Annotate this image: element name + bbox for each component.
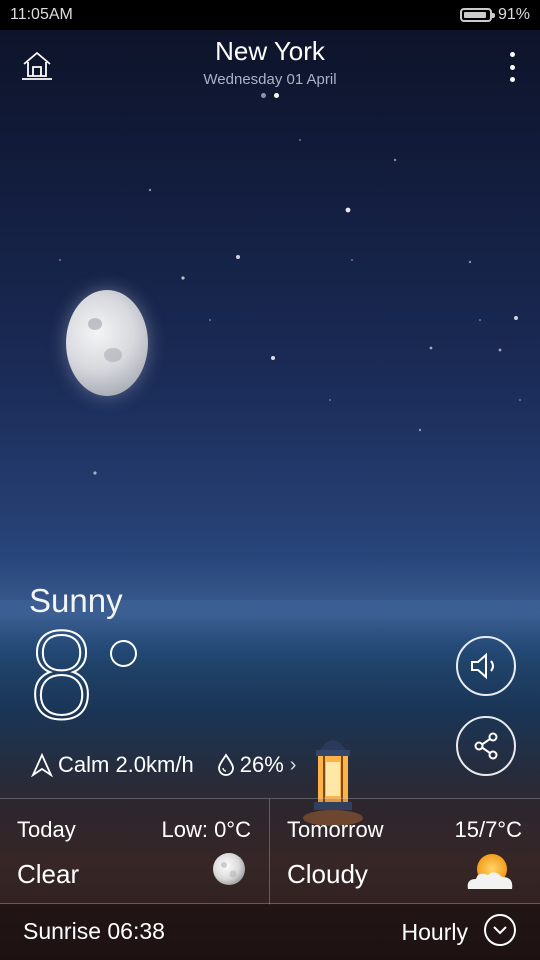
forecast-tomorrow-condition: Cloudy bbox=[287, 859, 368, 889]
moon-image bbox=[66, 290, 148, 396]
status-bar: 11:05AM 91% bbox=[0, 0, 540, 30]
moon-icon bbox=[213, 853, 245, 885]
more-options-button[interactable] bbox=[506, 52, 518, 82]
forecast-today-label: Today bbox=[17, 817, 76, 842]
share-icon bbox=[474, 732, 498, 760]
current-temperature: 8 bbox=[23, 608, 100, 746]
sunrise-time: Sunrise 06:38 bbox=[23, 918, 165, 944]
hourly-expand-button[interactable] bbox=[484, 914, 516, 946]
bottom-bar: Sunrise 06:38 Hourly bbox=[0, 904, 540, 960]
forecast-tomorrow[interactable]: Tomorrow 15/7°C Cloudy bbox=[270, 799, 540, 905]
battery-icon bbox=[459, 8, 495, 22]
header: New York Wednesday 01 April bbox=[0, 30, 540, 100]
partly-cloudy-icon bbox=[467, 854, 513, 889]
wind-humidity-row: Calm 2.0km/h 26% › bbox=[30, 752, 296, 778]
forecast-tomorrow-range: 15/7°C bbox=[454, 817, 522, 842]
page-dot-active bbox=[274, 93, 279, 98]
hourly-label[interactable]: Hourly bbox=[402, 919, 468, 946]
more-icon bbox=[509, 52, 515, 57]
humidity-value: 26% bbox=[239, 752, 284, 777]
speaker-button[interactable] bbox=[456, 636, 516, 696]
status-time: 11:05AM bbox=[10, 6, 73, 23]
forecast-tomorrow-label: Tomorrow bbox=[287, 817, 384, 842]
wind-icon bbox=[31, 753, 53, 777]
forecast-today-condition: Clear bbox=[17, 859, 80, 889]
date-label: Wednesday 01 April bbox=[203, 71, 337, 88]
battery-level: 91% bbox=[497, 6, 530, 23]
wind-value: Calm 2.0km/h bbox=[58, 752, 194, 777]
forecast-today[interactable]: Today Low: 0°C Clear bbox=[0, 799, 270, 905]
city-name: New York bbox=[215, 36, 325, 66]
degree-symbol bbox=[110, 640, 137, 667]
share-button[interactable] bbox=[456, 716, 516, 776]
forecast-panel: Today Low: 0°C Clear Tomorrow 15/7°C Clo… bbox=[0, 798, 540, 905]
page-indicator bbox=[0, 93, 540, 98]
humidity: 26% › bbox=[216, 752, 297, 778]
humidity-icon bbox=[217, 753, 234, 776]
chevron-right-icon: › bbox=[289, 753, 297, 776]
chevron-down-icon bbox=[493, 926, 507, 935]
speaker-icon bbox=[471, 652, 494, 680]
page-dot bbox=[261, 93, 266, 98]
forecast-today-range: Low: 0°C bbox=[161, 817, 251, 842]
battery-status: 91% bbox=[459, 6, 530, 24]
